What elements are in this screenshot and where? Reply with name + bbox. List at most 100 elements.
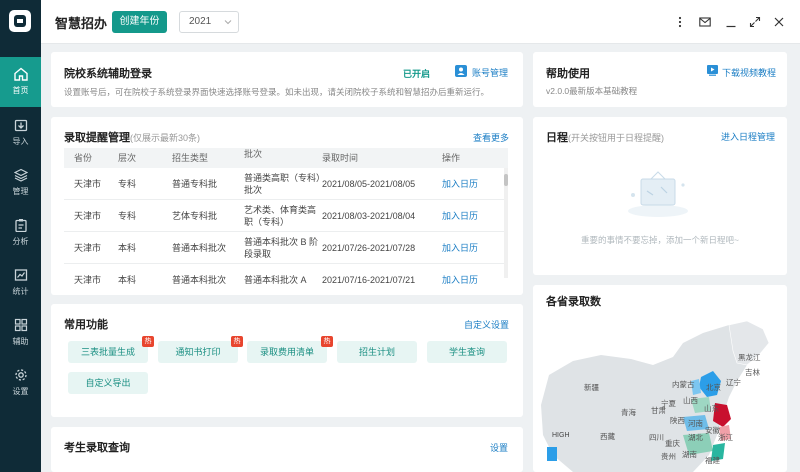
sidebar-item-statistics[interactable]: 统计 bbox=[0, 258, 41, 308]
sidebar-item-label: 分析 bbox=[12, 237, 29, 246]
hot-badge: 热 bbox=[142, 336, 154, 347]
add-to-calendar-link[interactable]: 加入日历 bbox=[442, 177, 502, 190]
fee-list-button[interactable]: 录取费用清单 bbox=[247, 341, 327, 363]
china-map bbox=[541, 320, 770, 472]
map-label: 湖北 bbox=[688, 433, 703, 442]
student-query-card: 考生录取查询 设置 bbox=[51, 427, 523, 472]
sidebar-item-settings[interactable]: 设置 bbox=[0, 358, 41, 408]
grid-icon bbox=[14, 318, 27, 332]
maximize-button[interactable] bbox=[745, 12, 765, 32]
clipboard-icon bbox=[14, 219, 27, 232]
top-bar: 智慧招办 创建年份 2021 bbox=[41, 0, 800, 44]
student-query-button[interactable]: 学生查询 bbox=[427, 341, 507, 363]
app-title: 智慧招办 bbox=[55, 16, 108, 31]
sidebar-item-assist[interactable]: 辅助 bbox=[0, 308, 41, 358]
schedule-empty-text: 重要的事情不要忘掉，添加一个新日程吧~ bbox=[581, 235, 739, 245]
view-more-link[interactable]: 查看更多 bbox=[473, 131, 509, 144]
sidebar-item-label: 首页 bbox=[12, 86, 29, 95]
account-manage-label: 账号管理 bbox=[472, 68, 509, 78]
create-year-button[interactable]: 创建年份 bbox=[112, 11, 167, 33]
map-label: 甘肃 bbox=[651, 406, 666, 415]
cell-type: 普通专科批 bbox=[172, 179, 218, 189]
map-label: 黑龙江 bbox=[738, 353, 761, 362]
column-header: 层次 bbox=[118, 153, 137, 163]
column-header: 操作 bbox=[442, 153, 461, 163]
cell-level: 本科 bbox=[118, 243, 137, 253]
map-label: 青海 bbox=[621, 408, 636, 417]
batch-generate-button[interactable]: 三表批量生成 bbox=[68, 341, 148, 363]
cell-batch: 普通本科批次 A bbox=[244, 274, 307, 285]
functions-card-title: 常用功能 bbox=[64, 319, 108, 331]
mail-icon bbox=[699, 17, 711, 27]
table-row: 天津市 专科 艺体专科批 艺术类、体育类高职（专科） 2021/08/03-20… bbox=[64, 200, 508, 232]
cell-batch: 普通本科批次 B 阶段录取 bbox=[244, 236, 319, 259]
query-settings-link[interactable]: 设置 bbox=[490, 441, 508, 454]
common-functions-card: 常用功能 自定义设置 三表批量生成 热 通知书打印 热 录取费用清单 热 招生计… bbox=[51, 304, 523, 417]
map-label: 福建 bbox=[705, 456, 720, 465]
hot-badge: 热 bbox=[231, 336, 243, 347]
download-tutorial-label: 下载视频教程 bbox=[722, 68, 777, 78]
cell-level: 专科 bbox=[118, 179, 137, 189]
schedule-card-title: 日程(开关按钮用于日程提醒) bbox=[546, 129, 664, 145]
schedule-manage-link[interactable]: 进入日程管理 bbox=[721, 130, 775, 143]
user-card-icon bbox=[455, 65, 467, 77]
map-label: 吉林 bbox=[745, 368, 760, 377]
more-menu-button[interactable] bbox=[670, 12, 690, 32]
map-label: 新疆 bbox=[584, 383, 599, 392]
schedule-card-title-text: 日程 bbox=[546, 132, 568, 144]
hot-badge: 热 bbox=[321, 336, 333, 347]
close-button[interactable] bbox=[769, 12, 789, 32]
cell-time: 2021/08/03-2021/08/04 bbox=[322, 210, 416, 221]
map-label: 重庆 bbox=[665, 439, 680, 448]
notice-print-button[interactable]: 通知书打印 bbox=[158, 341, 238, 363]
login-card: 院校系统辅助登录 已开启 账号管理 设置账号后，可在院校子系统登录界面快速选择账… bbox=[51, 52, 523, 107]
custom-export-button[interactable]: 自定义导出 bbox=[68, 372, 148, 394]
sidebar-item-manage[interactable]: 管理 bbox=[0, 158, 41, 208]
login-status-badge: 已开启 bbox=[403, 69, 431, 79]
table-row: 天津市 专科 普通专科批 普通类高职（专科）批次 2021/08/05-2021… bbox=[64, 168, 508, 200]
sidebar-item-label: 辅助 bbox=[12, 337, 29, 346]
column-header: 批次 bbox=[244, 149, 263, 159]
login-card-title: 院校系统辅助登录 bbox=[64, 68, 152, 80]
add-to-calendar-link[interactable]: 加入日历 bbox=[442, 241, 502, 254]
map-label: 西藏 bbox=[600, 432, 615, 441]
map-label: 浙江 bbox=[718, 433, 733, 442]
chart-icon bbox=[14, 269, 27, 281]
gear-icon bbox=[14, 369, 27, 381]
cell-level: 本科 bbox=[118, 275, 137, 285]
map-label: 山东 bbox=[704, 404, 719, 413]
cell-province: 天津市 bbox=[74, 179, 102, 189]
custom-settings-link[interactable]: 自定义设置 bbox=[464, 318, 509, 331]
sidebar-item-label: 管理 bbox=[12, 187, 29, 196]
maximize-icon bbox=[749, 16, 761, 28]
map-label: 贵州 bbox=[661, 452, 676, 461]
sidebar-item-home[interactable]: 首页 bbox=[0, 57, 41, 107]
schedule-card-subtitle: (开关按钮用于日程提醒) bbox=[568, 133, 664, 143]
table-scrollbar-thumb[interactable] bbox=[504, 174, 508, 186]
admission-card-title: 录取提醒管理(仅展示最新30条) bbox=[64, 129, 200, 145]
enrollment-plan-button[interactable]: 招生计划 bbox=[337, 341, 417, 363]
home-icon bbox=[13, 67, 28, 81]
table-row: 天津市 本科 普通本科批次 普通本科批次 A 2021/07/16-2021/0… bbox=[64, 264, 508, 295]
map-label: 北京 bbox=[706, 383, 721, 392]
query-card-title: 考生录取查询 bbox=[64, 442, 130, 454]
table-row: 天津市 本科 普通本科批次 普通本科批次 B 阶段录取 2021/07/26-2… bbox=[64, 232, 508, 264]
sidebar: 首页 导入 管理 分析 统计 辅助 设置 bbox=[0, 0, 41, 472]
login-card-description: 设置账号后，可在院校子系统登录界面快速选择账号登录。如未出现，请关闭院校子系统和… bbox=[64, 87, 490, 97]
sidebar-item-analysis[interactable]: 分析 bbox=[0, 208, 41, 258]
map-label: 陕西 bbox=[670, 416, 685, 425]
empty-calendar-icon bbox=[628, 171, 688, 217]
map-label: 山西 bbox=[683, 396, 698, 405]
cell-time: 2021/07/16-2021/07/21 bbox=[322, 274, 416, 285]
year-select[interactable]: 2021 bbox=[179, 11, 239, 33]
map-legend-high-label: HIGH bbox=[552, 432, 570, 439]
add-to-calendar-link[interactable]: 加入日历 bbox=[442, 209, 502, 222]
layers-icon bbox=[13, 168, 28, 182]
help-version-text: v2.0.0最新版本基础教程 bbox=[546, 86, 638, 96]
sidebar-item-import[interactable]: 导入 bbox=[0, 108, 41, 158]
map-label: 安徽 bbox=[705, 426, 720, 435]
mail-button[interactable] bbox=[695, 12, 715, 32]
sidebar-item-label: 统计 bbox=[12, 287, 29, 296]
add-to-calendar-link[interactable]: 加入日历 bbox=[442, 273, 502, 286]
minimize-button[interactable] bbox=[721, 12, 741, 32]
